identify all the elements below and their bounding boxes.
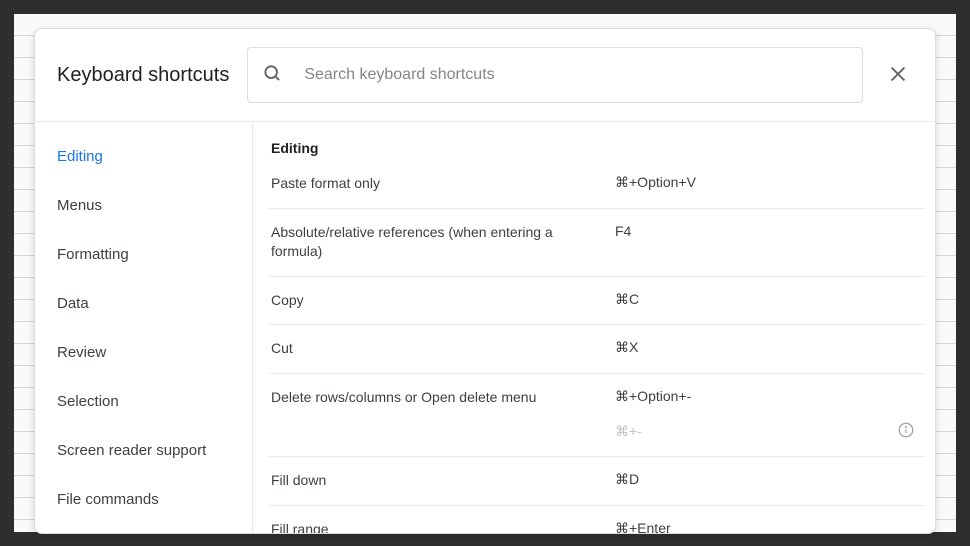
dialog-header: Keyboard shortcuts [35,29,935,122]
search-field[interactable] [247,47,863,103]
keyboard-shortcuts-dialog: Keyboard shortcuts EditingMenusFormattin… [34,28,936,534]
shortcut-key: ⌘+Option+V [615,174,696,191]
shortcut-name: Copy [271,291,615,311]
sidebar-item-editing[interactable]: Editing [35,132,252,181]
shortcut-row: Cut⌘X [269,324,925,373]
shortcut-key: ⌘C [615,291,639,308]
sidebar-item-data[interactable]: Data [35,279,252,328]
shortcut-name: Absolute/relative references (when enter… [271,223,615,262]
shortcut-keys: F4 [615,223,923,239]
close-button[interactable] [881,57,915,94]
shortcut-name: Cut [271,339,615,359]
shortcut-keys: ⌘X [615,339,923,356]
shortcut-row: Fill range⌘+Enter [269,505,925,533]
sidebar-item-file-commands[interactable]: File commands [35,475,252,524]
sidebar-item-selection[interactable]: Selection [35,377,252,426]
sidebar-item-review[interactable]: Review [35,328,252,377]
shortcut-row: Copy⌘C [269,276,925,325]
info-icon[interactable] [897,421,915,442]
shortcut-name: Fill range [271,520,615,533]
shortcut-key: ⌘+Option+- [615,388,691,405]
shortcut-keys: ⌘C [615,291,923,308]
shortcut-keys: ⌘+Option+- ⌘+- [615,388,923,442]
shortcuts-content[interactable]: Editing Paste format only⌘+Option+V Absol… [253,122,935,533]
sidebar-item-formatting[interactable]: Formatting [35,230,252,279]
shortcut-key: ⌘+- [615,423,642,440]
search-input[interactable] [304,66,848,84]
sidebar[interactable]: EditingMenusFormattingDataReviewSelectio… [35,122,253,533]
shortcut-keys: ⌘D [615,471,923,488]
shortcut-row: Paste format only⌘+Option+V [269,170,925,208]
shortcut-key: ⌘D [615,471,639,488]
shortcut-key: ⌘X [615,339,638,356]
dialog-body: EditingMenusFormattingDataReviewSelectio… [35,122,935,533]
shortcut-row: Absolute/relative references (when enter… [269,208,925,276]
shortcut-name: Fill down [271,471,615,491]
shortcut-row: Fill down⌘D [269,456,925,505]
shortcut-name: Paste format only [271,174,615,194]
shortcut-keys: ⌘+Option+V [615,174,923,191]
search-icon [262,63,282,88]
dialog-title: Keyboard shortcuts [57,64,229,87]
shortcut-row: Delete rows/columns or Open delete menu⌘… [269,373,925,456]
shortcut-name: Delete rows/columns or Open delete menu [271,388,615,408]
section-title: Editing [269,140,925,156]
close-icon [887,63,909,88]
sidebar-item-screen-reader-support[interactable]: Screen reader support [35,426,252,475]
sidebar-item-menus[interactable]: Menus [35,181,252,230]
shortcut-keys: ⌘+Enter [615,520,923,533]
shortcut-key: F4 [615,223,631,239]
shortcut-key: ⌘+Enter [615,520,671,533]
